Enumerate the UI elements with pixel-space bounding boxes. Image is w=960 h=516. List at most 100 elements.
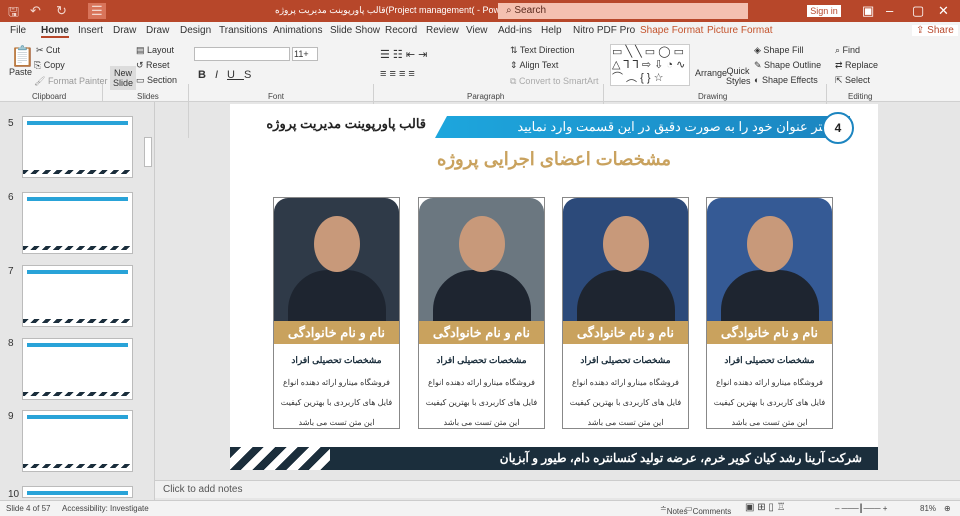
paste-button[interactable]: Paste: [9, 67, 32, 77]
fit-slide-icon[interactable]: ⊕: [944, 504, 951, 513]
new-slide-button[interactable]: New Slide: [110, 66, 136, 90]
member-education[interactable]: مشخصات تحصیلی افراد: [419, 355, 544, 366]
reset-button[interactable]: ↺ Reset: [136, 60, 170, 71]
document-title: قالب پاورپوینت مدیریت پروژه(Project mana…: [275, 5, 529, 15]
notes-button[interactable]: ≐ Notes: [660, 504, 688, 516]
tab-design[interactable]: Design: [180, 25, 211, 36]
member-photo[interactable]: [707, 198, 832, 321]
section-button[interactable]: ▭ Section: [136, 75, 177, 86]
slide-subtitle[interactable]: مشخصات اعضای اجرایی پروژه: [230, 149, 878, 170]
align-text-button[interactable]: ⇕ Align Text: [510, 60, 558, 71]
member-description[interactable]: فروشگاه مینارو ارائه دهنده انواع فایل ها…: [423, 373, 540, 433]
member-description[interactable]: فروشگاه مینارو ارائه دهنده انواع فایل ها…: [711, 373, 828, 433]
maximize-icon[interactable]: ▢: [912, 3, 924, 19]
tab-add-ins[interactable]: Add-ins: [498, 25, 532, 36]
text-direction-button[interactable]: ⇅ Text Direction: [510, 45, 574, 56]
tab-slide-show[interactable]: Slide Show: [330, 25, 380, 36]
member-description[interactable]: فروشگاه مینارو ارائه دهنده انواع فایل ها…: [278, 373, 395, 433]
view-buttons[interactable]: ▣ ⊞ ▯ ♖: [745, 502, 786, 513]
quick-styles-button[interactable]: Quick Styles: [726, 66, 751, 86]
shape-effects-button[interactable]: ◐ Shape Effects: [754, 75, 818, 85]
tab-review[interactable]: Review: [426, 25, 459, 36]
member-education[interactable]: مشخصات تحصیلی افراد: [563, 355, 688, 366]
member-photo[interactable]: [419, 198, 544, 321]
slide-thumbnail[interactable]: [22, 410, 133, 472]
find-button[interactable]: ⌕ Find: [835, 45, 860, 56]
thumbnail-scrollbar[interactable]: [143, 102, 153, 500]
shape-effects-label: Shape Effects: [761, 75, 818, 85]
select-button[interactable]: ⇱ Select: [835, 75, 870, 86]
tab-nitro[interactable]: Nitro PDF Pro: [573, 25, 635, 36]
close-icon[interactable]: ✕: [938, 3, 949, 19]
slide-thumbnail[interactable]: [22, 338, 133, 400]
tab-insert[interactable]: Insert: [78, 25, 103, 36]
slide-thumbnail[interactable]: [22, 116, 133, 178]
thumbnail-number: 7: [8, 266, 14, 277]
member-name[interactable]: نام و نام خانوادگی: [274, 321, 399, 344]
zoom-level[interactable]: 81%: [920, 504, 936, 513]
slide-thumbnail-pane: 5 6 7 8 9 10: [0, 102, 155, 500]
tab-shape-format[interactable]: Shape Format: [640, 25, 703, 36]
shape-outline-button[interactable]: ✎ Shape Outline: [754, 60, 821, 71]
member-name[interactable]: نام و نام خانوادگی: [419, 321, 544, 344]
thumbnail-number: 8: [8, 338, 14, 349]
member-card[interactable]: نام و نام خانوادگی مشخصات تحصیلی افراد ف…: [273, 197, 400, 429]
slide-thumbnail[interactable]: [22, 486, 133, 498]
page-number[interactable]: 4: [822, 112, 854, 144]
slide-scrollbar[interactable]: [944, 102, 958, 478]
slide-canvas[interactable]: قالب پاورپوینت مدیریت پروژه تیتر عنوان خ…: [230, 104, 878, 470]
arrange-button[interactable]: Arrange: [695, 68, 727, 78]
member-name[interactable]: نام و نام خانوادگی: [563, 321, 688, 344]
tab-picture-format[interactable]: Picture Format: [707, 25, 773, 36]
zoom-slider[interactable]: – ───┃─── +: [835, 504, 887, 513]
member-card[interactable]: نام و نام خانوادگی مشخصات تحصیلی افراد ف…: [562, 197, 689, 429]
slide-thumbnail[interactable]: [22, 265, 133, 327]
list-buttons[interactable]: ☰ ☷ ⇤ ⇥: [380, 48, 427, 61]
member-card[interactable]: نام و نام خانوادگی مشخصات تحصیلی افراد ف…: [418, 197, 545, 429]
align-buttons[interactable]: ≡ ≡ ≡ ≡: [380, 68, 415, 80]
search-input[interactable]: ⌕ Search: [498, 3, 748, 19]
member-description[interactable]: فروشگاه مینارو ارائه دهنده انواع فایل ها…: [567, 373, 684, 433]
tab-home[interactable]: Home: [41, 25, 69, 38]
tab-record[interactable]: Record: [385, 25, 417, 36]
convert-smartart-button[interactable]: ⧉ Convert to SmartArt: [510, 76, 598, 87]
slide-footer[interactable]: شرکت آرینا رشد کیان کویر خرم، عرضه تولید…: [230, 447, 878, 470]
tab-animations[interactable]: Animations: [273, 25, 322, 36]
member-photo[interactable]: [274, 198, 399, 321]
redo-icon[interactable]: ↻: [56, 3, 67, 19]
group-slides: Slides: [137, 92, 159, 101]
accessibility-button[interactable]: Accessibility: Investigate: [62, 504, 149, 513]
comments-button[interactable]: ▭ Comments: [685, 504, 731, 516]
tab-transitions[interactable]: Transitions: [219, 25, 268, 36]
replace-button[interactable]: ⇄ Replace: [835, 60, 878, 71]
share-button[interactable]: ⇪ Share: [912, 25, 958, 36]
font-format-buttons[interactable]: BIUS: [198, 69, 260, 81]
member-card[interactable]: نام و نام خانوادگی مشخصات تحصیلی افراد ف…: [706, 197, 833, 429]
undo-icon[interactable]: ↶: [30, 3, 41, 19]
tab-draw-2[interactable]: Draw: [146, 25, 169, 36]
slide-thumbnail[interactable]: [22, 192, 133, 254]
font-name-input[interactable]: [194, 47, 290, 61]
header-title[interactable]: تیتر عنوان خود را به صورت دقیق در این قس…: [435, 116, 850, 138]
notes-input[interactable]: Click to add notes: [155, 480, 960, 498]
quick-access-icon[interactable]: ☰: [88, 3, 106, 19]
ribbon-display-icon[interactable]: ▣: [862, 3, 874, 19]
layout-button[interactable]: ▤ Layout: [136, 45, 174, 56]
tab-view[interactable]: View: [466, 25, 488, 36]
member-education[interactable]: مشخصات تحصیلی افراد: [707, 355, 832, 366]
minimize-icon[interactable]: –: [886, 3, 893, 18]
member-name[interactable]: نام و نام خانوادگی: [707, 321, 832, 344]
tab-file[interactable]: File: [10, 25, 26, 36]
header-template-name[interactable]: قالب پاورپوینت مدیریت پروژه: [238, 116, 438, 138]
tab-draw[interactable]: Draw: [113, 25, 136, 36]
shape-fill-button[interactable]: ◈ Shape Fill: [754, 45, 803, 56]
shapes-gallery[interactable]: ▭ ╲ ╲ ▭ ◯ ▭ △ ⅂ ⅂ ⇨ ⇩ ◔ ∿ ⌒ ︵ { } ☆: [610, 44, 690, 86]
sign-in-button[interactable]: Sign in: [807, 5, 841, 17]
member-education[interactable]: مشخصات تحصیلی افراد: [274, 355, 399, 366]
member-photo[interactable]: [563, 198, 688, 321]
tab-help[interactable]: Help: [541, 25, 562, 36]
copy-button[interactable]: ⎘ Copy: [34, 60, 65, 71]
format-painter-button[interactable]: 🖌 Format Painter: [34, 76, 107, 87]
font-size-input[interactable]: 11+: [292, 47, 318, 61]
cut-button[interactable]: ✂ Cut: [36, 45, 60, 56]
